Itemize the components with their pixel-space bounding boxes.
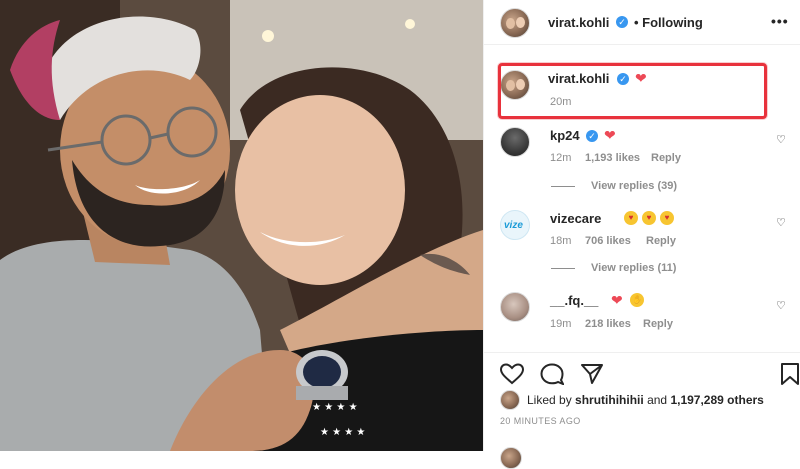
share-send-icon[interactable] — [580, 363, 604, 385]
post-header: virat.kohli ✓ • Following ••• — [484, 0, 800, 45]
post-photo[interactable]: ★ ★ ★ ★ ★ ★ ★ ★ ★ — [0, 0, 483, 451]
save-bookmark-icon[interactable] — [780, 362, 800, 386]
heart-eyes-emoji-icon: ♥ — [660, 211, 674, 225]
view-replies-button[interactable]: View replies (39) — [591, 180, 677, 192]
like-comment-heart-icon[interactable]: ♡ — [776, 133, 786, 146]
highlight-box — [498, 63, 767, 119]
replies-divider-line — [551, 268, 575, 269]
liked-by-and: and — [647, 393, 668, 407]
comment-time[interactable]: 19m — [550, 318, 571, 330]
reply-button[interactable]: Reply — [646, 235, 676, 247]
heart-emoji-icon: ❤ — [611, 292, 623, 308]
verified-badge-icon: ✓ — [616, 16, 628, 28]
post-actions: Liked by shrutihihihii and 1,197,289 oth… — [484, 352, 800, 469]
vize-logo-text: vize — [504, 220, 523, 231]
replies-divider-line — [551, 186, 575, 187]
post-comments-panel: virat.kohli ✓ • Following ••• virat.kohl… — [483, 0, 800, 469]
comment-avatar-kp24[interactable] — [500, 127, 530, 157]
add-comment-emoji-icon[interactable] — [500, 447, 522, 469]
author-username[interactable]: virat.kohli — [548, 15, 609, 30]
comment-likes[interactable]: 1,193 likes — [585, 152, 640, 164]
comment-likes[interactable]: 706 likes — [585, 235, 631, 247]
comment-bubble-icon[interactable] — [540, 363, 564, 385]
raised-hands-emoji-icon: ✋ — [630, 293, 644, 307]
svg-text:★ ★ ★ ★: ★ ★ ★ ★ — [320, 427, 365, 438]
comment-avatar-vizecare[interactable]: vize — [500, 210, 530, 240]
heart-emoji-icon: ❤ — [604, 127, 616, 143]
liked-by-prefix: Liked by — [527, 393, 572, 407]
comment-username[interactable]: __.fq.__ — [550, 293, 598, 308]
heart-eyes-emoji-icon: ♥ — [624, 211, 638, 225]
like-heart-icon[interactable] — [500, 363, 524, 385]
view-replies-button[interactable]: View replies (11) — [591, 262, 676, 274]
liked-by-user[interactable]: shrutihihihii — [575, 393, 644, 407]
verified-badge-icon: ✓ — [586, 130, 598, 142]
more-options-icon[interactable]: ••• — [771, 13, 789, 29]
comment-username[interactable]: kp24 — [550, 128, 580, 143]
comment-likes[interactable]: 218 likes — [585, 318, 631, 330]
post-time-ago[interactable]: 20 MINUTES AGO — [500, 416, 581, 426]
like-comment-heart-icon[interactable]: ♡ — [776, 216, 786, 229]
liked-by-summary[interactable]: Liked by shrutihihihii and 1,197,289 oth… — [527, 393, 764, 407]
author-avatar[interactable] — [500, 8, 530, 38]
liked-by-count[interactable]: 1,197,289 others — [670, 393, 763, 407]
post-photo-illustration: ★ ★ ★ ★ ★ ★ ★ ★ ★ — [0, 0, 483, 451]
comment-username[interactable]: vizecare — [550, 211, 601, 226]
comment-time[interactable]: 12m — [550, 152, 571, 164]
like-comment-heart-icon[interactable]: ♡ — [776, 299, 786, 312]
reply-button[interactable]: Reply — [651, 152, 681, 164]
heart-eyes-emoji-icon: ♥ — [642, 211, 656, 225]
following-status[interactable]: • Following — [634, 15, 703, 30]
comment-avatar-fq[interactable] — [500, 292, 530, 322]
liked-by-avatar[interactable] — [500, 390, 520, 410]
reply-button[interactable]: Reply — [643, 318, 673, 330]
comment-time[interactable]: 18m — [550, 235, 571, 247]
